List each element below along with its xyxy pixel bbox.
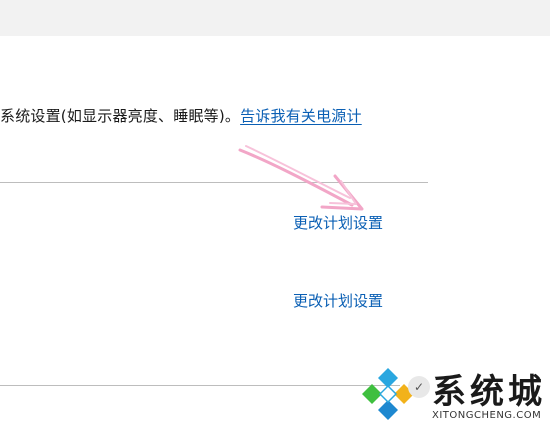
diamond-logo-icon: [362, 368, 414, 420]
change-plan-settings-link-1[interactable]: 更改计划设置: [293, 212, 383, 233]
section-divider-bottom: [0, 385, 400, 386]
watermark-subtitle: XITONGCHENG.COM: [432, 410, 542, 421]
section-divider-top: [0, 182, 428, 183]
power-description: 系统设置(如显示器亮度、睡眠等)。告诉我有关电源计: [0, 105, 362, 126]
watermark-title: 系统城: [432, 372, 546, 412]
watermark: ✓ 系统城 XITONGCHENG.COM: [358, 356, 550, 434]
power-info-link[interactable]: 告诉我有关电源计: [240, 107, 362, 125]
description-text: 系统设置(如显示器亮度、睡眠等)。: [0, 107, 241, 125]
top-header-strip: [0, 0, 550, 36]
change-plan-settings-link-2[interactable]: 更改计划设置: [293, 290, 383, 311]
checkmark-badge-icon: ✓: [408, 376, 430, 398]
